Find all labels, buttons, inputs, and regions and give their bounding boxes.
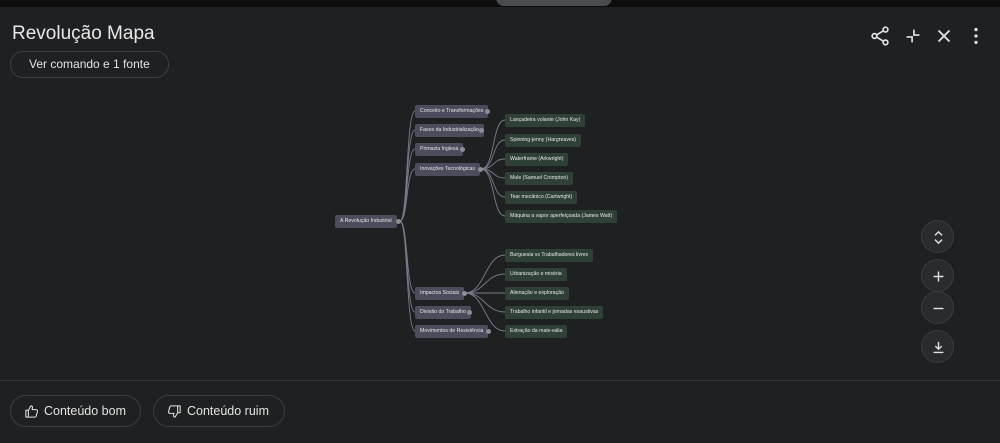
- good-content-label: Conteúdo bom: [44, 404, 127, 418]
- mindmap-leaf-node[interactable]: Spinning-jenny (Hargreaves): [505, 134, 582, 147]
- expand-toggle[interactable]: [486, 329, 491, 334]
- download-icon: [933, 341, 944, 354]
- mindmap-branch-node[interactable]: Divisão do Trabalho: [415, 306, 471, 319]
- mindmap-leaf-node[interactable]: Alienação e exploração: [505, 287, 569, 300]
- plus-icon: [933, 271, 944, 282]
- mindmap-root-node[interactable]: A Revolução Industrial: [335, 215, 397, 228]
- mindmap-branch-node[interactable]: Primazia Inglesa: [415, 143, 464, 156]
- mindmap-branch-node[interactable]: Impactos Sociais: [415, 287, 465, 300]
- download-button[interactable]: [921, 330, 954, 363]
- footer-divider: [0, 380, 1000, 381]
- expand-toggle[interactable]: [479, 128, 484, 133]
- mindmap-leaf-node[interactable]: Urbanização e miséria: [505, 268, 567, 281]
- expand-toggle[interactable]: [478, 167, 483, 172]
- mindmap-leaf-node[interactable]: Extração da mais-valia: [505, 325, 568, 338]
- expand-toggle[interactable]: [460, 147, 465, 152]
- expand-toggle[interactable]: [462, 291, 467, 296]
- thumbs-up-icon: [25, 405, 39, 418]
- mindmap-leaf-node[interactable]: Waterframe (Arkwright): [505, 153, 569, 166]
- zoom-in-button[interactable]: [921, 259, 954, 292]
- mindmap-branch-node[interactable]: Inovações Tecnológicas: [415, 163, 480, 176]
- mindmap-branch-node[interactable]: Movimentos de Resistência: [415, 325, 489, 338]
- mindmap-leaf-node[interactable]: Burguesia vs Trabalhadores livres: [505, 249, 594, 262]
- expand-collapse-all-button[interactable]: [921, 220, 954, 253]
- mindmap-leaf-node[interactable]: Lançadeira volante (John Kay): [505, 114, 586, 127]
- good-content-button[interactable]: Conteúdo bom: [10, 395, 141, 427]
- expand-toggle[interactable]: [485, 109, 490, 114]
- minus-icon: [933, 307, 944, 310]
- mindmap-branch-node[interactable]: Fases da Industrialização: [415, 124, 484, 137]
- mindmap-leaf-node[interactable]: Tear mecânico (Cartwright): [505, 191, 578, 204]
- mindmap-leaf-node[interactable]: Mule (Samuel Crompton): [505, 172, 573, 185]
- bad-content-label: Conteúdo ruim: [187, 404, 269, 418]
- zoom-out-button[interactable]: [921, 291, 954, 324]
- mindmap-branch-node[interactable]: Conceito e Transformações: [415, 105, 489, 118]
- mindmap-leaf-node[interactable]: Trabalho infantil e jornadas exaustivas: [505, 306, 604, 319]
- unfold-icon: [934, 230, 943, 245]
- bad-content-button[interactable]: Conteúdo ruim: [153, 395, 285, 427]
- expand-toggle[interactable]: [467, 310, 472, 315]
- mindmap-links: [399, 110, 506, 332]
- thumbs-down-icon: [167, 405, 181, 418]
- mindmap-leaf-node[interactable]: Máquina a vapor aperfeiçoada (James Watt…: [505, 210, 618, 223]
- expand-toggle[interactable]: [396, 219, 401, 224]
